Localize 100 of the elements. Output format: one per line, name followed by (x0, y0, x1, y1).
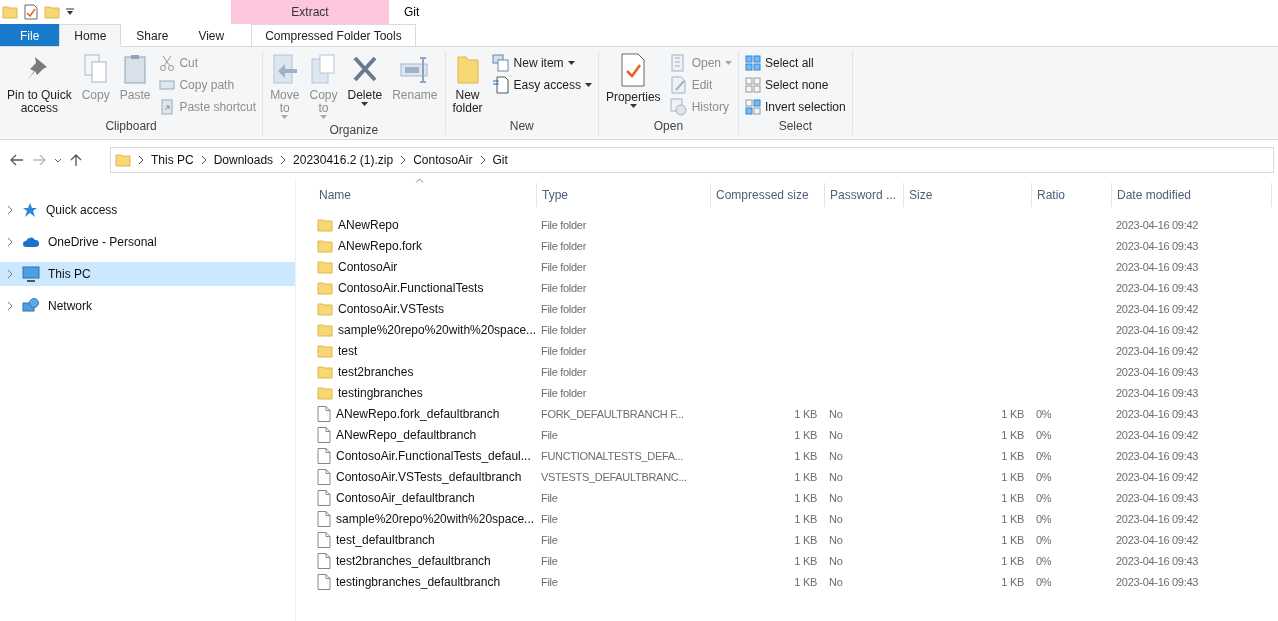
folder-icon (317, 237, 333, 254)
breadcrumb[interactable]: ContosoAir (413, 153, 473, 167)
monitor-icon (22, 266, 40, 282)
file-name[interactable]: ContosoAir_defaultbranch (314, 489, 537, 506)
properties-icon[interactable] (24, 4, 38, 20)
breadcrumb[interactable]: This PC (151, 153, 194, 167)
table-cell-text: File (540, 533, 559, 546)
file-name[interactable]: ContosoAir.VSTests_defaultbranch (314, 468, 537, 485)
table-cell-text: File folder (540, 344, 588, 357)
table-cell-text: 2023-04-16 09:43 (1115, 281, 1200, 294)
nav-item[interactable]: This PC (0, 262, 295, 286)
network-icon (22, 298, 40, 314)
ribbon-button[interactable]: Invert selection (742, 97, 849, 116)
ribbon-tab[interactable]: Compressed Folder Tools (251, 24, 416, 46)
file-name[interactable]: test_defaultbranch (314, 531, 537, 548)
ribbon-button[interactable]: Pin to Quick access (3, 51, 76, 117)
file-name[interactable]: sample%20repo%20with%20space... (314, 321, 537, 338)
file-name[interactable]: test (314, 342, 537, 359)
table-cell-text: 1 KB (793, 428, 818, 441)
table-cell-text: 1 KB (793, 470, 818, 483)
folder-icon (115, 152, 131, 168)
caret-icon (567, 60, 575, 65)
file-name[interactable]: ANewRepo (314, 216, 537, 233)
file-name[interactable]: sample%20repo%20with%20space... (314, 510, 537, 527)
table-cell-text: 2023-04-16 09:42 (1115, 533, 1200, 546)
file-name[interactable]: testingbranches (314, 384, 537, 401)
window-title: Git (403, 4, 420, 21)
up-icon[interactable] (70, 153, 82, 167)
ribbon-tab[interactable]: Home (59, 24, 122, 47)
file-name[interactable]: ContosoAir.FunctionalTests_defaul... (314, 447, 537, 464)
table-cell-text: 2023-04-16 09:42 (1115, 302, 1200, 315)
table-cell-text: No (828, 449, 844, 462)
file-name[interactable]: test2branches (314, 363, 537, 380)
file-name[interactable]: ANewRepo.fork (314, 237, 537, 254)
file-name[interactable]: ContosoAir.FunctionalTests (314, 279, 537, 296)
table-cell-text: No (828, 491, 844, 504)
table-cell-text: No (828, 470, 844, 483)
table-cell-text: File folder (540, 281, 588, 294)
table-cell-text: 1 KB (1000, 428, 1025, 441)
back-icon[interactable] (10, 154, 24, 166)
address-bar[interactable]: This PC Downloads 20230416.2 (1).zip ContosoAir Git (110, 147, 1274, 173)
caret-icon[interactable] (54, 157, 62, 163)
chevron-icon (279, 155, 288, 165)
column-header[interactable]: Date modified (1112, 183, 1272, 207)
column-header[interactable]: Size (904, 183, 1032, 207)
table-cell-text: File folder (540, 239, 588, 252)
column-header[interactable]: Compressed size (711, 183, 825, 207)
file-name[interactable]: ContosoAir.VSTests (314, 300, 537, 317)
breadcrumb[interactable]: Git (492, 153, 508, 167)
ribbon-button[interactable]: New folder (448, 51, 487, 117)
edit-icon (669, 75, 688, 94)
column-header[interactable]: Ratio (1032, 183, 1112, 207)
table-cell-text: VSTESTS_DEFAULTBRANC... (540, 470, 688, 483)
table-cell-text: File folder (540, 323, 588, 336)
table-cell-text: 2023-04-16 09:43 (1115, 575, 1200, 588)
table-cell-text: File (540, 575, 559, 588)
nav-item[interactable]: OneDrive - Personal (0, 230, 295, 254)
chevron-icon (399, 155, 408, 165)
document-icon (317, 531, 331, 548)
table-cell-text: File (540, 512, 559, 525)
breadcrumb[interactable]: 20230416.2 (1).zip (293, 153, 394, 167)
nav-item[interactable]: Quick access (0, 198, 295, 222)
folder-icon (2, 4, 18, 20)
table-cell-text: 1 KB (1000, 491, 1025, 504)
table-cell-text: 0% (1035, 428, 1053, 441)
ribbon-button[interactable]: New item (488, 53, 595, 72)
nav-item[interactable]: Network (0, 294, 295, 318)
group-label: New (508, 118, 535, 135)
ribbon-button[interactable]: Properties (601, 51, 665, 117)
select-none-icon (745, 76, 761, 93)
document-icon (317, 405, 331, 422)
breadcrumb[interactable]: Downloads (213, 153, 274, 167)
group-label: Select (777, 118, 813, 135)
table-cell-text: 1 KB (1000, 512, 1025, 525)
file-name[interactable]: test2branches_defaultbranch (314, 552, 537, 569)
caret-icon (629, 104, 637, 108)
ribbon-button[interactable]: Delete (343, 51, 387, 121)
file-name[interactable]: testingbranches_defaultbranch (314, 573, 537, 590)
table-cell-text: 2023-04-16 09:42 (1115, 344, 1200, 357)
table-cell-text: 2023-04-16 09:43 (1115, 554, 1200, 567)
file-name[interactable]: ContosoAir (314, 258, 537, 275)
table-cell-text: File (540, 554, 559, 567)
table-cell-text: No (828, 407, 844, 420)
ribbon-button[interactable]: Easy access (488, 75, 595, 94)
column-header[interactable]: Password ... (825, 183, 904, 207)
group-label: Open (652, 118, 685, 135)
table-cell-text: 2023-04-16 09:42 (1115, 512, 1200, 525)
column-header[interactable]: Type (537, 183, 711, 207)
table-cell-text: 0% (1035, 470, 1053, 483)
file-name[interactable]: ANewRepo.fork_defaultbranch (314, 405, 537, 422)
table-cell-text: 0% (1035, 407, 1053, 420)
file-name[interactable]: ANewRepo_defaultbranch (314, 426, 537, 443)
caret-icon (281, 115, 289, 119)
ribbon-button[interactable]: Select all (742, 53, 849, 72)
folder-icon (317, 279, 333, 296)
dropdown-icon[interactable] (66, 8, 74, 16)
ribbon-button[interactable]: Select none (742, 75, 849, 94)
file-menu-tab[interactable]: File (0, 24, 60, 46)
column-header[interactable]: Name (314, 183, 537, 207)
table-cell-text: 1 KB (793, 449, 818, 462)
